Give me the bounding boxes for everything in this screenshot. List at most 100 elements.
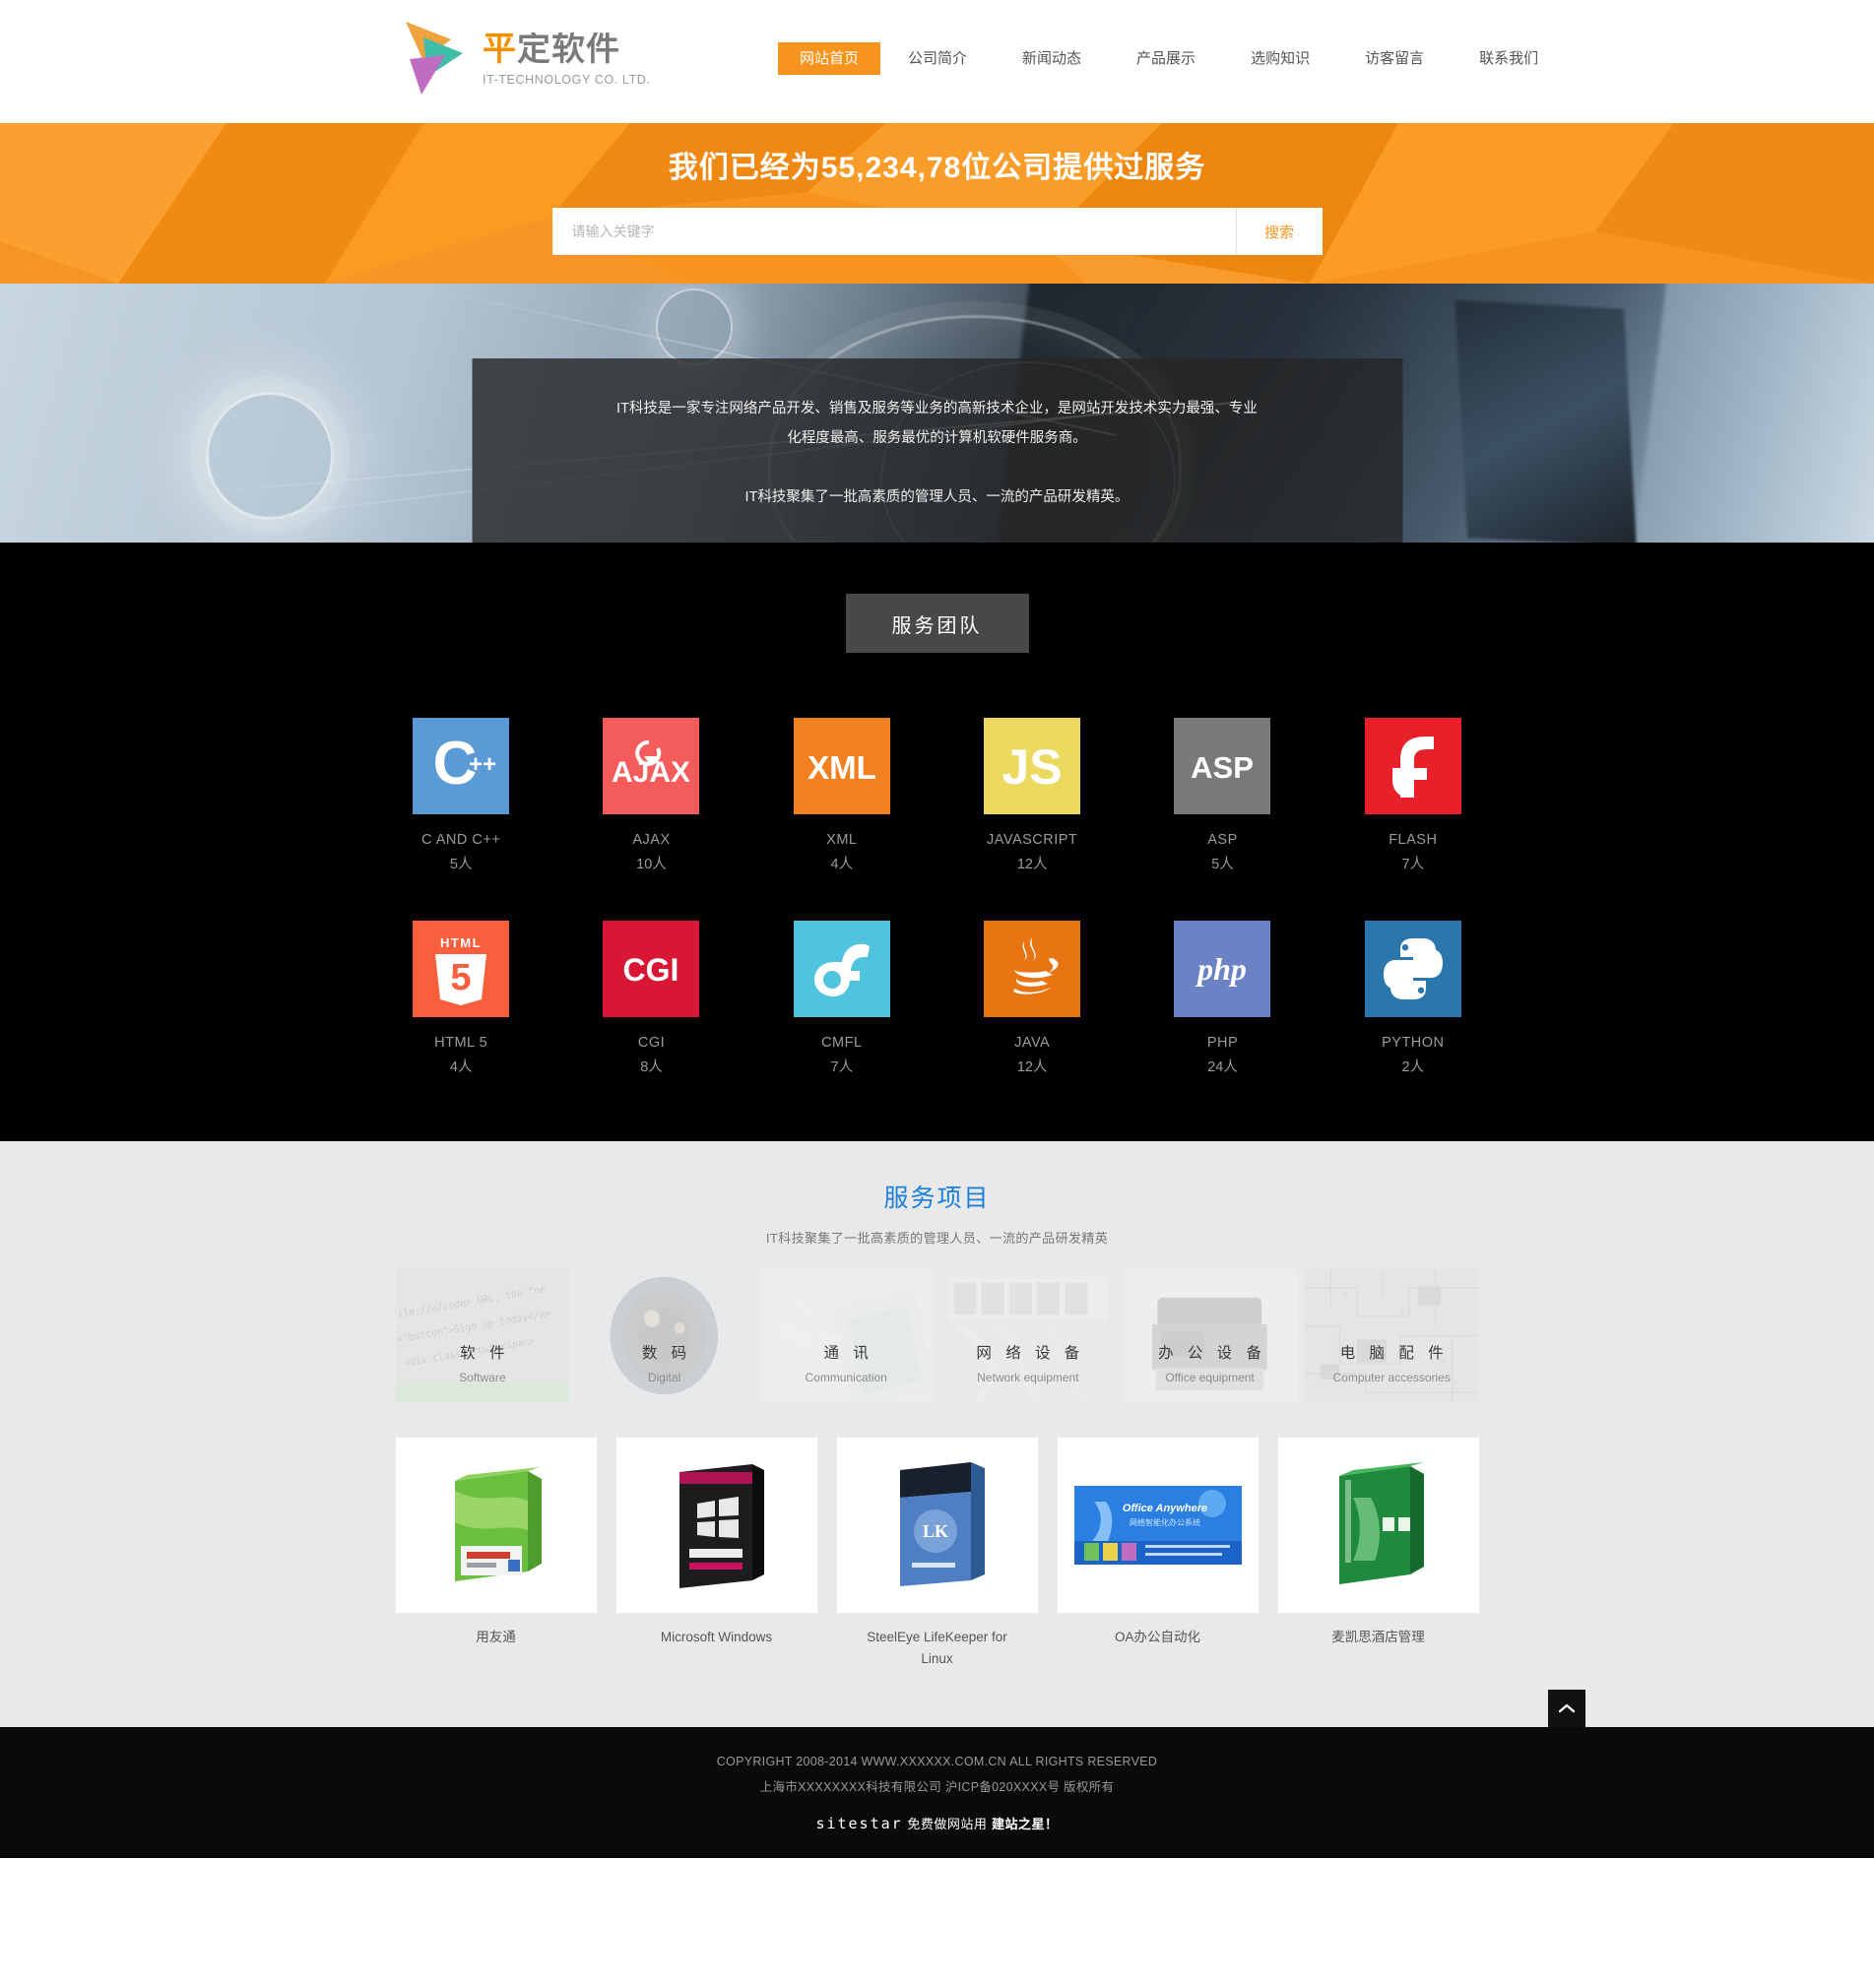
- tech-item-cgi[interactable]: CGI CGI 8人: [556, 921, 746, 1076]
- green-software-box: [395, 1438, 597, 1613]
- html5-icon: HTML 5: [413, 921, 510, 1017]
- footer-copyright: COPYRIGHT 2008-2014 WWW.XXXXXX.COM.CN AL…: [716, 1755, 1158, 1768]
- tech-item-html-5[interactable]: HTML 5 HTML 5 4人: [366, 921, 556, 1076]
- glow-ring-small-icon: [656, 289, 734, 366]
- category-label-en: Computer accessories: [1332, 1371, 1451, 1384]
- tech-count: 5人: [1211, 857, 1234, 872]
- main-navigation: 网站首页 公司简介 新闻动态 产品展示 选购知识 访客留言 联系我们: [778, 42, 1566, 75]
- service-projects-section: 服务项目 IT科技聚集了一批高素质的管理人员、一流的产品研发精英 file://…: [0, 1141, 1874, 1727]
- tech-item-cmfl[interactable]: CMFL 7人: [746, 921, 937, 1076]
- product-card-3[interactable]: Office Anywhere 网络智能化办公系统 OA办公自动化: [1057, 1438, 1259, 1670]
- category-tile-4[interactable]: 办 公 设 备 Office equipment: [1123, 1269, 1297, 1402]
- svg-text:php: php: [1195, 951, 1248, 987]
- java-icon: [984, 921, 1081, 1017]
- category-tile-0[interactable]: file://</code> URL, the "ne ="button">Sig…: [395, 1269, 570, 1402]
- product-card-0[interactable]: 用友通: [395, 1438, 597, 1670]
- cpp-icon: C ++: [413, 718, 510, 814]
- product-cards-row: 用友通 Microsoft Windows LK SteelEye LifeKeepe…: [395, 1438, 1479, 1670]
- product-card-2[interactable]: LK SteelEye LifeKeeper for Linux: [836, 1438, 1038, 1670]
- tech-label: XML: [826, 832, 858, 848]
- category-label-cn: 网 络 设 备: [976, 1345, 1085, 1362]
- tech-item-python[interactable]: PYTHON 2人: [1318, 921, 1508, 1076]
- tech-item-php[interactable]: php PHP 24人: [1128, 921, 1318, 1076]
- projects-title: 服务项目: [883, 1185, 991, 1212]
- category-label-cn: 数 码: [641, 1345, 692, 1362]
- category-label-cn: 通 讯: [823, 1345, 873, 1362]
- hero-tie-shape: [1454, 299, 1638, 543]
- category-tile-5[interactable]: 电 脑 配 件 Computer accessories: [1304, 1269, 1479, 1402]
- hero-section: IT科技是一家专注网络产品开发、销售及服务等业务的高新技术企业，是网站开发技术实…: [0, 284, 1874, 543]
- back-to-top-button[interactable]: [1548, 1690, 1585, 1727]
- category-tile-1[interactable]: 数 码 Digital: [577, 1269, 751, 1402]
- product-card-4[interactable]: 麦凯思酒店管理: [1277, 1438, 1479, 1670]
- search-bar: 搜索: [551, 208, 1323, 255]
- nav-item-0[interactable]: 网站首页: [778, 42, 881, 75]
- product-name: OA办公自动化: [1114, 1630, 1200, 1644]
- nav-item-1[interactable]: 公司简介: [880, 42, 995, 75]
- category-label-en: Software: [459, 1371, 506, 1384]
- tech-count: 10人: [636, 857, 667, 872]
- tech-label: FLASH: [1389, 832, 1438, 848]
- product-name: 麦凯思酒店管理: [1331, 1630, 1425, 1644]
- sitestar-credit[interactable]: sitestar 免费做网站用 建站之星！: [0, 1814, 1874, 1832]
- category-label-cn: 电 脑 配 件: [1339, 1345, 1449, 1362]
- footer-company-icp: 上海市XXXXXXXX科技有限公司 沪ICP备020XXXX号 版权所有: [759, 1780, 1115, 1794]
- nav-item-2[interactable]: 新闻动态: [995, 42, 1109, 75]
- svg-text:5: 5: [451, 957, 472, 998]
- tech-count: 4人: [830, 857, 854, 872]
- cmfl-icon: [793, 921, 890, 1017]
- cgi-icon: CGI: [603, 921, 700, 1017]
- sitestar-logo-text: sitestar: [815, 1815, 903, 1832]
- tech-label: C AND C++: [421, 832, 501, 848]
- site-footer: COPYRIGHT 2008-2014 WWW.XXXXXX.COM.CN AL…: [0, 1727, 1874, 1858]
- tech-count: 8人: [640, 1059, 663, 1075]
- category-label-en: Digital: [647, 1371, 681, 1384]
- ajax-icon: AJAX: [603, 718, 700, 814]
- service-team-badge: 服务团队: [845, 594, 1029, 653]
- green-hotel-box: [1277, 1438, 1479, 1613]
- svg-text:LK: LK: [922, 1521, 947, 1541]
- svg-text:XML: XML: [808, 749, 876, 786]
- category-tile-3[interactable]: 网 络 设 备 Network equipment: [940, 1269, 1116, 1402]
- category-tile-2[interactable]: 通 讯 Communication: [758, 1269, 934, 1402]
- svg-text:HTML: HTML: [440, 935, 482, 950]
- tech-label: HTML 5: [434, 1035, 488, 1051]
- tech-count: 12人: [1016, 857, 1048, 872]
- tech-label: PYTHON: [1382, 1035, 1445, 1051]
- search-button[interactable]: 搜索: [1235, 208, 1323, 255]
- tech-item-xml[interactable]: XML XML 4人: [746, 718, 937, 873]
- tech-count: 7人: [830, 1059, 854, 1075]
- tech-item-ajax[interactable]: AJAX AJAX 10人: [556, 718, 746, 873]
- python-icon: [1364, 921, 1461, 1017]
- nav-item-6[interactable]: 联系我们: [1452, 42, 1566, 75]
- projects-subtitle: IT科技聚集了一批高素质的管理人员、一流的产品研发精英: [765, 1231, 1109, 1246]
- xml-icon: XML: [793, 718, 890, 814]
- blue-software-box: LK: [836, 1438, 1038, 1613]
- category-label-en: Communication: [805, 1371, 887, 1384]
- windows7-box: [615, 1438, 817, 1613]
- flash-icon: [1364, 718, 1461, 814]
- product-card-1[interactable]: Microsoft Windows: [615, 1438, 817, 1670]
- tech-item-flash[interactable]: FLASH 7人: [1318, 718, 1508, 873]
- search-banner: 我们已经为55,234,78位公司提供过服务 搜索: [0, 123, 1874, 284]
- banner-title: 我们已经为55,234,78位公司提供过服务: [668, 152, 1206, 184]
- sitestar-tagline: 免费做网站用: [907, 1817, 988, 1831]
- tech-count: 7人: [1401, 857, 1425, 872]
- nav-item-4[interactable]: 选购知识: [1223, 42, 1337, 75]
- category-tiles-row: file://</code> URL, the "ne ="button">Sig…: [395, 1269, 1479, 1402]
- nav-item-5[interactable]: 访客留言: [1337, 42, 1452, 75]
- site-header: 平定软件 IT-TECHNOLOGY CO. LTD. 网站首页 公司简介 新闻动态…: [0, 0, 1874, 123]
- logo-chinese-text: 平定软件: [483, 32, 650, 66]
- svg-text:JS: JS: [1002, 739, 1063, 795]
- tech-item-java[interactable]: JAVA 12人: [937, 921, 1127, 1076]
- tech-item-asp[interactable]: ASP ASP 5人: [1128, 718, 1318, 873]
- logo-english-text: IT-TECHNOLOGY CO. LTD.: [483, 72, 651, 87]
- site-logo[interactable]: 平定软件 IT-TECHNOLOGY CO. LTD.: [402, 16, 650, 96]
- search-input[interactable]: [551, 208, 1236, 255]
- tech-item-javascript[interactable]: JS JAVASCRIPT 12人: [937, 718, 1127, 873]
- category-label-en: Network equipment: [977, 1371, 1079, 1384]
- tech-label: ASP: [1207, 832, 1238, 848]
- chevron-up-icon: [1559, 1703, 1575, 1713]
- tech-item-c-and-c-[interactable]: C ++ C AND C++ 5人: [366, 718, 556, 873]
- nav-item-3[interactable]: 产品展示: [1109, 42, 1223, 75]
